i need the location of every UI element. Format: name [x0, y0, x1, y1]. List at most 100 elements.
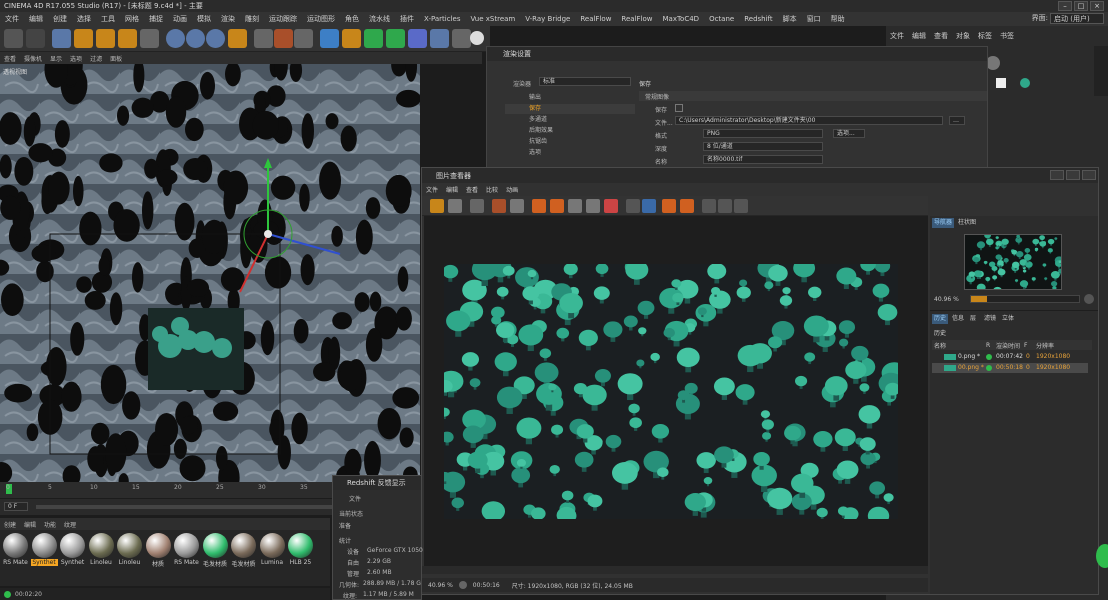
- zoom-icon[interactable]: [642, 199, 656, 213]
- tab-info[interactable]: 信息: [950, 314, 966, 324]
- material-swatch[interactable]: 毛发材质: [202, 532, 229, 576]
- save-icon[interactable]: [448, 199, 462, 213]
- menu-item-13[interactable]: 角色: [340, 14, 364, 24]
- material-swatch[interactable]: Linoleu: [88, 532, 115, 576]
- viewport-menu-item-4[interactable]: 过滤: [86, 54, 106, 63]
- tab-histogram[interactable]: 柱状图: [956, 218, 978, 228]
- menu-item-15[interactable]: 插件: [395, 14, 419, 24]
- browse-button[interactable]: …: [949, 116, 965, 125]
- channel-2-icon[interactable]: [718, 199, 732, 213]
- menu-item-20[interactable]: RealFlow: [616, 15, 657, 23]
- tab-history[interactable]: 历史: [932, 314, 949, 324]
- render-settings-title[interactable]: 渲染设置: [487, 47, 987, 61]
- pv-close-button[interactable]: [1082, 170, 1096, 180]
- subsection-header[interactable]: 常规图像: [639, 91, 987, 101]
- pv-menu-item-2[interactable]: 查看: [462, 185, 482, 194]
- undo-icon[interactable]: [4, 29, 23, 48]
- object-menu-item-4[interactable]: 标签: [974, 31, 996, 41]
- menu-item-14[interactable]: 流水线: [364, 14, 395, 24]
- pv-menu-item-0[interactable]: 文件: [422, 185, 442, 194]
- camera-icon[interactable]: [452, 29, 471, 48]
- copy-icon[interactable]: [532, 199, 546, 213]
- frame-field[interactable]: 0 F: [4, 502, 28, 511]
- menu-item-9[interactable]: 渲染: [216, 14, 240, 24]
- channel-1-icon[interactable]: [702, 199, 716, 213]
- render-settings-item[interactable]: 后期效果: [505, 126, 635, 136]
- channel-3-icon[interactable]: [734, 199, 748, 213]
- viewport-menu-item-3[interactable]: 选项: [66, 54, 86, 63]
- tab-navigator[interactable]: 导航器: [932, 218, 955, 228]
- material-menu-item-2[interactable]: 功能: [40, 520, 60, 529]
- material-menu-item-0[interactable]: 创建: [0, 520, 20, 529]
- tab-filter[interactable]: 滤镜: [982, 314, 998, 324]
- grid-icon[interactable]: [470, 199, 484, 213]
- rotate-tool-icon[interactable]: [118, 29, 137, 48]
- viewport-menu-item-0[interactable]: 查看: [0, 54, 20, 63]
- render-settings-item[interactable]: 多通道: [505, 115, 635, 125]
- object-menu-item-5[interactable]: 书签: [996, 31, 1018, 41]
- zoom-slider[interactable]: [970, 295, 1080, 303]
- scale-tool-icon[interactable]: [96, 29, 115, 48]
- pv-menu-item-3[interactable]: 比较: [482, 185, 502, 194]
- render-icon[interactable]: [492, 199, 506, 213]
- navigator-thumbnail[interactable]: [964, 234, 1062, 290]
- render-settings-icon[interactable]: [294, 29, 313, 48]
- menu-item-18[interactable]: V-Ray Bridge: [520, 15, 575, 23]
- menu-item-23[interactable]: Redshift: [739, 15, 777, 23]
- a-icon[interactable]: [662, 199, 676, 213]
- menu-item-17[interactable]: Vue xStream: [465, 15, 520, 23]
- history-row-selected[interactable]: 00.png * 00:50:18 0 1920x1080: [932, 363, 1088, 373]
- material-menu-item-1[interactable]: 编辑: [20, 520, 40, 529]
- object-menu-item-1[interactable]: 编辑: [908, 31, 930, 41]
- render-picture-viewer-icon[interactable]: [274, 29, 293, 48]
- material-menu-item-3[interactable]: 纹理: [60, 520, 80, 529]
- menu-item-1[interactable]: 编辑: [24, 14, 48, 24]
- object-menu-item-0[interactable]: 文件: [886, 31, 908, 41]
- swap-icon[interactable]: [604, 199, 618, 213]
- menu-item-7[interactable]: 动画: [168, 14, 192, 24]
- menu-item-4[interactable]: 工具: [96, 14, 120, 24]
- subdivision-icon[interactable]: [364, 29, 383, 48]
- x-axis-icon[interactable]: [166, 29, 185, 48]
- menu-item-26[interactable]: 帮助: [826, 14, 850, 24]
- menu-item-6[interactable]: 捕捉: [144, 14, 168, 24]
- menu-item-8[interactable]: 模拟: [192, 14, 216, 24]
- render-view-icon[interactable]: [254, 29, 273, 48]
- stop-icon[interactable]: [510, 199, 524, 213]
- horizontal-scrollbar[interactable]: [422, 566, 928, 574]
- pv-minimize-button[interactable]: [1050, 170, 1064, 180]
- close-button[interactable]: ×: [1090, 1, 1104, 11]
- corner-status-icon[interactable]: [1096, 544, 1108, 568]
- menu-item-5[interactable]: 网格: [120, 14, 144, 24]
- material-tag-icon[interactable]: [1020, 78, 1030, 88]
- redshift-menu[interactable]: 文件: [349, 494, 361, 503]
- select-tool-icon[interactable]: [52, 29, 71, 48]
- material-swatch[interactable]: RS Mate: [2, 532, 29, 576]
- minimize-button[interactable]: –: [1058, 1, 1072, 11]
- pv-menu-item-4[interactable]: 动画: [502, 185, 522, 194]
- cube-icon[interactable]: [320, 29, 339, 48]
- viewport-menu-item-1[interactable]: 摄像机: [20, 54, 46, 63]
- material-swatch[interactable]: 毛发材质: [230, 532, 257, 576]
- image-canvas[interactable]: [424, 216, 928, 566]
- coordinate-system-icon[interactable]: [228, 29, 247, 48]
- object-menu-item-3[interactable]: 对象: [952, 31, 974, 41]
- render-settings-item[interactable]: 抗锯齿: [505, 137, 635, 147]
- viewport[interactable]: 透视视图: [0, 64, 420, 482]
- light-icon[interactable]: [470, 31, 484, 45]
- pv-menu-item-1[interactable]: 编辑: [442, 185, 462, 194]
- depth-select[interactable]: 8 位/通道: [703, 142, 823, 151]
- tab-layer[interactable]: 层: [968, 314, 978, 324]
- play-icon[interactable]: [458, 581, 467, 589]
- redshift-title[interactable]: Redshift 反馈显示: [333, 476, 421, 490]
- tag-icon[interactable]: [996, 78, 1006, 88]
- material-swatch[interactable]: Synthet: [30, 532, 58, 576]
- viewport-menu-item-2[interactable]: 显示: [46, 54, 66, 63]
- object-icon[interactable]: [986, 56, 1000, 70]
- save-checkbox[interactable]: [675, 104, 683, 112]
- deformer-icon[interactable]: [408, 29, 427, 48]
- fit-icon[interactable]: [626, 199, 640, 213]
- y-axis-icon[interactable]: [186, 29, 205, 48]
- viewport-menu-item-5[interactable]: 面板: [106, 54, 126, 63]
- material-swatch[interactable]: Linoleu: [116, 532, 143, 576]
